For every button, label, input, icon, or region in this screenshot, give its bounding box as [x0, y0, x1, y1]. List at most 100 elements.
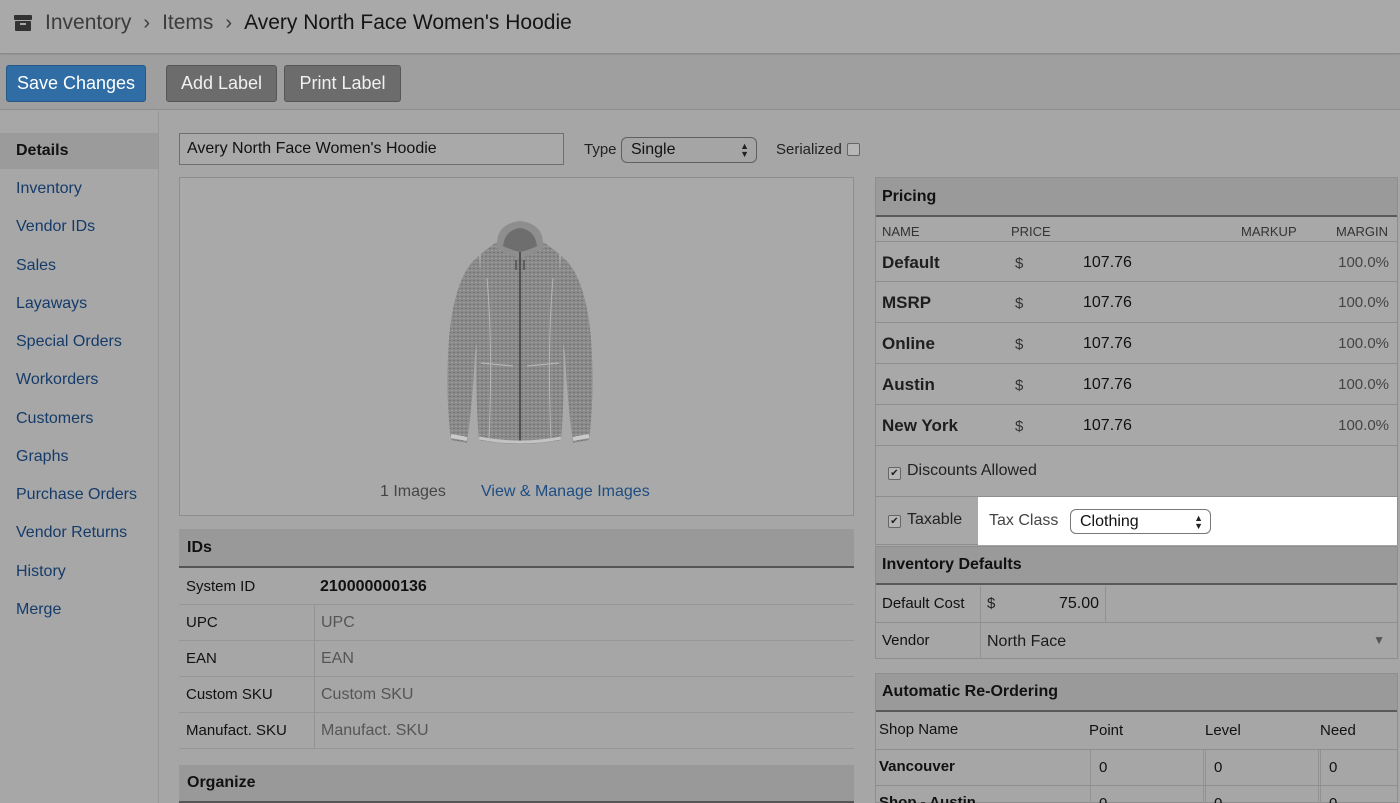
image-count: 1 Images: [380, 483, 446, 500]
reorder-point-input[interactable]: 0: [1090, 750, 1204, 786]
id-row-custom-sku: Custom SKU Custom SKU: [179, 677, 854, 713]
id-row-ean: EAN EAN: [179, 641, 854, 677]
sidebar-item-purchase-orders[interactable]: Purchase Orders: [0, 477, 158, 513]
sidebar-item-vendor-returns[interactable]: Vendor Returns: [0, 515, 158, 551]
price-level-name: Default: [882, 253, 940, 272]
reorder-col-need: Need: [1320, 722, 1356, 739]
reorder-shop-name: Shop - Austin: [879, 794, 976, 803]
custom-sku-label: Custom SKU: [186, 686, 273, 703]
pricing-col-markup: MARKUP: [1241, 224, 1297, 239]
upc-label: UPC: [186, 614, 218, 631]
print-label-button[interactable]: Print Label: [284, 65, 401, 102]
reorder-need-value: 0: [1320, 786, 1397, 803]
price-margin: 100.0%: [1338, 335, 1389, 352]
vendor-label: Vendor: [882, 632, 930, 649]
organize-section-title[interactable]: Organize: [179, 765, 854, 803]
sidebar-item-details[interactable]: Details: [0, 133, 158, 169]
sidebar-item-inventory[interactable]: Inventory: [0, 171, 158, 207]
manufact-sku-field[interactable]: Manufact. SKU: [314, 713, 854, 748]
breadcrumb: Inventory › Items › Avery North Face Wom…: [14, 10, 572, 36]
upc-field[interactable]: UPC: [314, 605, 854, 640]
reorder-need-value: 0: [1320, 750, 1397, 786]
taxable-label: Taxable: [907, 511, 963, 528]
pricing-section-title: Pricing: [876, 178, 1397, 217]
discounts-allowed-checkbox[interactable]: ✔: [888, 467, 901, 480]
reorder-point-input[interactable]: 0: [1090, 786, 1204, 803]
save-changes-button[interactable]: Save Changes: [6, 65, 146, 102]
pricing-section: Pricing NAME PRICE MARKUP MARGIN Default…: [875, 177, 1398, 545]
sidebar-item-special-orders[interactable]: Special Orders: [0, 324, 158, 360]
price-input[interactable]: 107.76: [1083, 417, 1132, 435]
ids-section-title: IDs: [179, 529, 854, 568]
ean-field[interactable]: EAN: [314, 641, 854, 676]
hoodie-product-image[interactable]: [435, 218, 605, 453]
automatic-reordering-section: Automatic Re-Ordering Shop Name Point Le…: [875, 673, 1398, 803]
side-nav: Details Inventory Vendor IDs Sales Layaw…: [0, 111, 159, 803]
vendor-value: North Face: [987, 633, 1067, 650]
vendor-select[interactable]: North Face ▼: [980, 623, 1397, 659]
default-cost-value: 75.00: [1059, 595, 1100, 612]
reorder-shop-name: Vancouver: [879, 758, 955, 775]
type-select[interactable]: Single ▲ ▼: [621, 137, 757, 163]
view-manage-images-link[interactable]: View & Manage Images: [481, 483, 650, 501]
price-level-name: Online: [882, 334, 935, 353]
taxable-checkbox[interactable]: ✔: [888, 515, 901, 528]
chevron-down-icon: ▼: [1373, 633, 1385, 647]
sidebar-item-customers[interactable]: Customers: [0, 401, 158, 437]
sidebar-item-layaways[interactable]: Layaways: [0, 286, 158, 322]
system-id-value: 210000000136: [320, 577, 427, 595]
tax-class-value: Clothing: [1080, 512, 1139, 530]
price-row: Austin $ 107.76 100.0%: [876, 364, 1397, 405]
serialized-checkbox[interactable]: [847, 143, 860, 156]
price-currency: $: [1015, 255, 1024, 272]
price-currency: $: [1015, 418, 1024, 435]
price-input[interactable]: 107.76: [1083, 254, 1132, 272]
price-margin: 100.0%: [1338, 294, 1389, 311]
tax-class-select[interactable]: Clothing ▲ ▼: [1070, 509, 1211, 534]
reorder-col-point: Point: [1089, 722, 1124, 739]
sidebar-item-history[interactable]: History: [0, 554, 158, 590]
ids-section: IDs System ID 210000000136 UPC UPC EAN E…: [179, 529, 854, 751]
breadcrumb-current: Avery North Face Women's Hoodie: [244, 11, 572, 34]
price-margin: 100.0%: [1338, 376, 1389, 393]
item-name-input[interactable]: Avery North Face Women's Hoodie: [179, 133, 564, 165]
sidebar-item-sales[interactable]: Sales: [0, 248, 158, 284]
select-arrows-icon: ▲ ▼: [740, 141, 749, 159]
pricing-col-price: PRICE: [1011, 224, 1051, 239]
price-level-name: Austin: [882, 375, 935, 394]
sidebar-item-workorders[interactable]: Workorders: [0, 362, 158, 398]
select-arrows-icon: ▲ ▼: [1194, 512, 1203, 531]
breadcrumb-items[interactable]: Items: [162, 11, 213, 35]
serialized-label: Serialized: [776, 141, 842, 158]
sidebar-item-merge[interactable]: Merge: [0, 592, 158, 628]
price-currency: $: [1015, 336, 1024, 353]
breadcrumb-inventory[interactable]: Inventory: [45, 11, 131, 35]
sidebar-item-graphs[interactable]: Graphs: [0, 439, 158, 475]
reorder-level-input[interactable]: 0: [1205, 786, 1319, 803]
price-margin: 100.0%: [1338, 417, 1389, 434]
price-level-name: New York: [882, 416, 958, 435]
price-input[interactable]: 107.76: [1083, 376, 1132, 394]
inventory-defaults-section: Inventory Defaults Default Cost $ 75.00 …: [875, 546, 1398, 659]
breadcrumb-separator-icon: ›: [143, 11, 151, 34]
price-row: Default $ 107.76 100.0%: [876, 241, 1397, 282]
custom-sku-field[interactable]: Custom SKU: [314, 677, 854, 712]
type-select-value: Single: [631, 141, 676, 158]
discounts-allowed-label: Discounts Allowed: [907, 462, 1037, 479]
divider: [1105, 586, 1106, 622]
price-row: Online $ 107.76 100.0%: [876, 323, 1397, 364]
pricing-col-margin: MARGIN: [1336, 224, 1388, 239]
pricing-col-name: NAME: [882, 224, 920, 239]
price-input[interactable]: 107.76: [1083, 335, 1132, 353]
ean-label: EAN: [186, 650, 217, 667]
default-cost-currency: $: [987, 595, 996, 612]
breadcrumb-separator-icon: ›: [225, 11, 233, 34]
tax-row: ✔ Taxable Tax Class Clothing ▲ ▼: [876, 496, 1397, 545]
reorder-level-input[interactable]: 0: [1205, 750, 1319, 786]
default-cost-field[interactable]: $ 75.00: [980, 586, 1397, 622]
add-label-button[interactable]: Add Label: [166, 65, 277, 102]
price-input[interactable]: 107.76: [1083, 294, 1132, 312]
reorder-row: Shop - Austin 0 0 0: [876, 785, 1397, 803]
sidebar-item-vendor-ids[interactable]: Vendor IDs: [0, 209, 158, 245]
image-panel: 1 Images View & Manage Images: [179, 177, 854, 516]
